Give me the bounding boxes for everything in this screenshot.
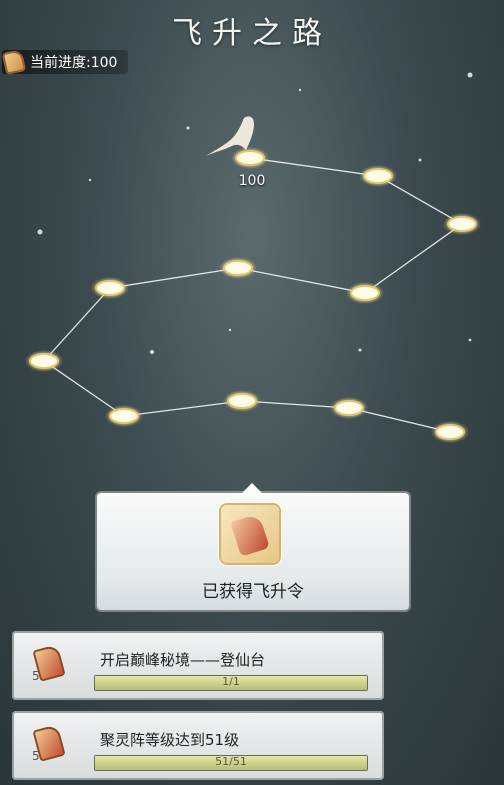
popup-pointer: [242, 483, 262, 493]
task-reward-badge: 5: [32, 724, 66, 765]
task-progress-bar: 1/1: [94, 675, 368, 691]
path-node[interactable]: [25, 350, 63, 372]
task-progress-text: 1/1: [222, 675, 240, 688]
task-progress-bar: 51/51: [94, 755, 368, 771]
task-name: 聚灵阵等级达到51级: [100, 731, 240, 749]
path-node[interactable]: [431, 421, 469, 443]
path-node[interactable]: [359, 165, 397, 187]
star-decorations: [37, 72, 473, 354]
current-node-value: 100: [238, 173, 266, 189]
task-progress-text: 51/51: [215, 755, 247, 768]
task-reward-count: 5: [32, 669, 40, 683]
reward-popup-label: 已获得飞升令: [202, 582, 304, 602]
path-node[interactable]: [330, 397, 368, 419]
ascension-token-icon: [230, 513, 270, 557]
path-node[interactable]: [346, 282, 384, 304]
ascension-token-item[interactable]: [221, 505, 279, 563]
path-nodes: [25, 147, 481, 443]
path-node[interactable]: [443, 213, 481, 235]
path-node[interactable]: [105, 405, 143, 427]
task-row[interactable]: 5 聚灵阵等级达到51级 51/51: [12, 711, 384, 780]
task-row[interactable]: 5 开启巅峰秘境——登仙台 1/1: [12, 631, 384, 700]
task-name: 开启巅峰秘境——登仙台: [100, 651, 266, 669]
path-node[interactable]: [223, 390, 261, 412]
reward-popup: 已获得飞升令: [97, 483, 409, 610]
path-node[interactable]: [231, 147, 269, 169]
path-node[interactable]: [91, 277, 129, 299]
path-node[interactable]: [219, 257, 257, 279]
task-reward-count: 5: [32, 749, 40, 763]
task-reward-badge: 5: [32, 644, 66, 685]
